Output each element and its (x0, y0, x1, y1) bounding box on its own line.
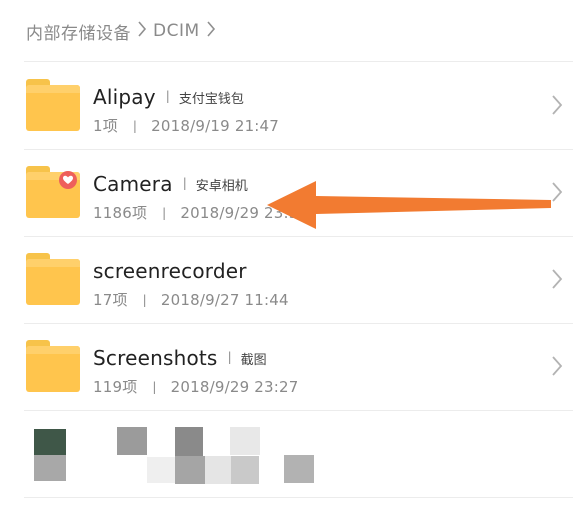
folder-name-line: Camera | 安卓相机 (93, 170, 248, 198)
folder-meta: 1项 | 2018/9/19 21:47 (93, 115, 279, 136)
folder-name: Alipay (93, 85, 156, 109)
chevron-right-icon (552, 182, 563, 202)
name-separator: | (227, 350, 232, 364)
item-count: 17项 (93, 291, 128, 309)
chevron-right-icon (137, 20, 147, 43)
item-count: 119项 (93, 378, 138, 396)
item-count: 1项 (93, 117, 118, 135)
folder-name: screenrecorder (93, 259, 247, 283)
chevron-right-icon (552, 269, 563, 289)
meta-separator: | (162, 206, 167, 220)
divider (24, 497, 573, 498)
folder-name-line: screenrecorder (93, 257, 247, 285)
folder-alias: 支付宝钱包 (178, 91, 244, 107)
folder-icon (26, 79, 80, 131)
chevron-right-icon (552, 356, 563, 376)
breadcrumb: 内部存储设备 DCIM (26, 14, 222, 48)
item-count: 1186项 (93, 204, 148, 222)
folder-row-camera[interactable]: Camera | 安卓相机 1186项 | 2018/9/29 23:30 (0, 150, 573, 236)
modified-date: 2018/9/27 11:44 (160, 291, 289, 309)
modified-date: 2018/9/29 23:27 (170, 378, 299, 396)
folder-alias: 安卓相机 (195, 178, 248, 194)
chevron-right-icon (206, 20, 216, 43)
modified-date: 2018/9/29 23:30 (180, 204, 309, 222)
file-manager-screen: 内部存储设备 DCIM Alipay | 支付宝钱包 1项 | 2018/9/1… (0, 0, 573, 513)
folder-meta: 17项 | 2018/9/27 11:44 (93, 289, 289, 310)
meta-separator: | (132, 119, 138, 133)
folder-row-screenshots[interactable]: Screenshots | 截图 119项 | 2018/9/29 23:27 (0, 324, 573, 410)
folder-meta: 1186项 | 2018/9/29 23:30 (93, 202, 308, 223)
name-separator: | (165, 89, 170, 103)
folder-row-screenrecorder[interactable]: screenrecorder 17项 | 2018/9/27 11:44 (0, 237, 573, 323)
meta-separator: | (152, 380, 157, 394)
folder-meta: 119项 | 2018/9/29 23:27 (93, 376, 299, 397)
folder-name: Camera (93, 172, 173, 196)
breadcrumb-current[interactable]: DCIM (153, 21, 200, 41)
folder-name: Screenshots (93, 346, 218, 370)
heart-icon (59, 171, 77, 189)
chevron-right-icon (552, 95, 563, 115)
folder-name-line: Screenshots | 截图 (93, 344, 267, 372)
modified-date: 2018/9/19 21:47 (151, 117, 280, 135)
divider (24, 410, 573, 411)
name-separator: | (182, 176, 187, 190)
meta-separator: | (142, 293, 147, 307)
breadcrumb-root[interactable]: 内部存储设备 (26, 19, 131, 44)
folder-row-alipay[interactable]: Alipay | 支付宝钱包 1项 | 2018/9/19 21:47 (0, 63, 573, 149)
folder-alias: 截图 (240, 352, 267, 368)
divider (24, 61, 573, 62)
folder-icon (26, 340, 80, 392)
folder-name-line: Alipay | 支付宝钱包 (93, 83, 244, 111)
folder-icon (26, 253, 80, 305)
